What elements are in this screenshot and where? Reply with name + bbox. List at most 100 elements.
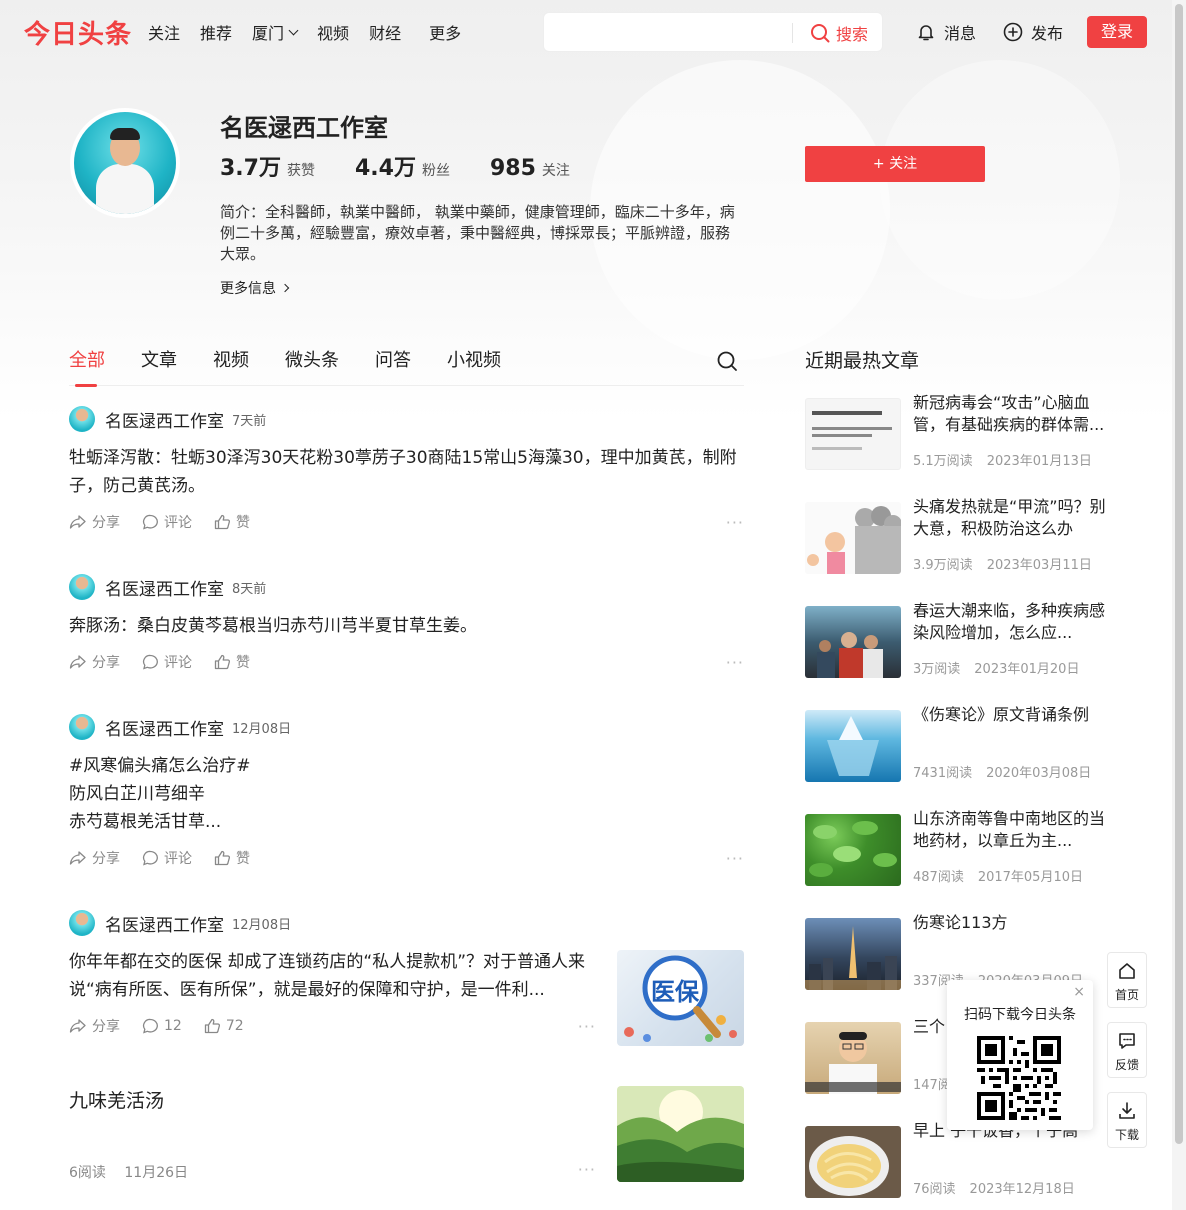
stat-fans[interactable]: 4.4万 粉丝: [355, 150, 450, 182]
hot-article[interactable]: 春运大潮来临，多种疾病感染风险增加，怎么应... 3万阅读 2023年01月20日: [805, 601, 1105, 678]
profile-name: 名医逯西工作室: [220, 114, 388, 142]
more-options-icon[interactable]: ···: [726, 849, 744, 868]
toutiao-logo[interactable]: 今日头条: [24, 14, 132, 51]
following-count: 985: [489, 156, 536, 181]
comment-button[interactable]: 12: [142, 1018, 182, 1034]
login-button[interactable]: 登录: [1087, 16, 1147, 48]
hot-article-title: 春运大潮来临，多种疾病感染风险增加，怎么应...: [913, 601, 1106, 642]
post-text[interactable]: 牡蛎泽泻散：牡蛎30泽泻30天花粉30葶苈子30商陆15常山5海藻30，理中加黄…: [69, 444, 744, 500]
hot-article-thumbnail: [805, 814, 901, 886]
share-icon: [69, 655, 86, 669]
author-avatar[interactable]: [69, 574, 95, 600]
messages-button[interactable]: 消息: [916, 20, 976, 44]
feed-post: 名医逯西工作室 12月08日 #风寒偏头痛怎么治疗# 防风白芷川芎细辛 赤芍葛根…: [69, 714, 744, 870]
crowd-illustration: [807, 506, 901, 574]
more-options-icon[interactable]: ···: [578, 1160, 596, 1179]
tab-qa[interactable]: 问答: [375, 346, 411, 386]
hot-article-title: 伤寒论113方: [913, 913, 1008, 932]
top-nav: 关注 推荐 厦门 视频 财经 更多: [148, 20, 481, 44]
publish-button[interactable]: 发布: [1003, 20, 1063, 44]
post-text-line: 赤芍葛根羌活甘草...: [69, 812, 222, 832]
tab-videos[interactable]: 视频: [213, 346, 249, 386]
comment-label: 评论: [164, 655, 192, 671]
author-avatar[interactable]: [69, 406, 95, 432]
post-actions: 分享 评论 赞 ···: [69, 510, 744, 534]
search-input[interactable]: [554, 19, 784, 47]
chevron-right-icon: [280, 283, 290, 293]
hot-article-date: 2023年03月11日: [986, 558, 1092, 573]
share-button[interactable]: 分享: [69, 1016, 120, 1036]
tab-short-videos[interactable]: 小视频: [447, 346, 501, 386]
hot-article-meta: 487阅读 2017年05月10日: [913, 866, 1083, 885]
like-label: 赞: [236, 851, 250, 867]
article-thumbnail-landscape[interactable]: [617, 1086, 744, 1182]
plus-circle-icon: [1003, 22, 1023, 42]
like-button[interactable]: 赞: [214, 512, 250, 532]
hot-article[interactable]: 新冠病毒会“攻击”心脑血管，有基础疾病的群体需... 5.1万阅读 2023年01…: [805, 393, 1105, 470]
float-download-button[interactable]: 下载: [1107, 1092, 1147, 1148]
post-thumbnail-medical-insurance[interactable]: 医保: [617, 950, 744, 1046]
article-date: 11月26日: [124, 1165, 189, 1181]
post-actions: 分享 评论 赞 ···: [69, 846, 744, 870]
search-button[interactable]: 搜索: [810, 21, 868, 45]
tab-all[interactable]: 全部: [69, 346, 105, 387]
profile-stats: 3.7万 获赞 4.4万 粉丝 985 关注: [220, 150, 610, 182]
float-feedback-button[interactable]: 反馈: [1107, 1022, 1147, 1078]
tab-micro-posts[interactable]: 微头条: [285, 346, 339, 386]
more-options-icon[interactable]: ···: [726, 513, 744, 532]
page-scrollbar[interactable]: [1172, 0, 1186, 1210]
scrollbar-thumb[interactable]: [1175, 4, 1183, 1144]
float-download-label: 下载: [1114, 1128, 1139, 1142]
more-options-icon[interactable]: ···: [578, 1017, 596, 1036]
post-author[interactable]: 名医逯西工作室: [105, 911, 224, 936]
post-text[interactable]: 奔豚汤：桑白皮黄芩葛根当归赤芍川芎半夏甘草生姜。: [69, 612, 744, 640]
share-button[interactable]: 分享: [69, 512, 120, 532]
download-qr-popup: × 扫码下载今日头条: [947, 980, 1093, 1130]
post-header: 名医逯西工作室 12月08日: [69, 714, 744, 740]
nav-follow[interactable]: 关注: [148, 20, 180, 44]
float-home-button[interactable]: 首页: [1107, 952, 1147, 1008]
hot-article[interactable]: 《伤寒论》原文背诵条例 7431阅读 2020年03月08日: [805, 705, 1105, 782]
search-button-label: 搜索: [836, 25, 869, 44]
like-button[interactable]: 72: [204, 1018, 244, 1034]
thumb-line: [812, 427, 892, 430]
thumbs-up-icon: [214, 850, 231, 866]
more-options-icon[interactable]: ···: [726, 653, 744, 672]
nav-video[interactable]: 视频: [317, 20, 349, 44]
herb-leaves-image: [809, 821, 897, 877]
post-text[interactable]: #风寒偏头痛怎么治疗# 防风白芷川芎细辛 赤芍葛根羌活甘草...: [69, 752, 744, 836]
comment-button[interactable]: 评论: [142, 652, 192, 672]
tab-articles[interactable]: 文章: [141, 346, 177, 386]
post-author[interactable]: 名医逯西工作室: [105, 575, 224, 600]
profile-bio: 简介：全科醫師，執業中醫師， 執業中藥師，健康管理師，臨床二十多年，病例二十多萬…: [220, 203, 735, 263]
tab-search-button[interactable]: [716, 350, 738, 376]
sidebar-title: 近期最热文章: [805, 350, 920, 372]
feedback-icon: [1119, 1033, 1135, 1049]
hot-article[interactable]: 头痛发热就是“甲流”吗？别大意，积极防治这么办 3.9万阅读 2023年03月11…: [805, 497, 1106, 574]
like-button[interactable]: 赞: [214, 848, 250, 868]
more-info-link[interactable]: 更多信息: [220, 278, 290, 298]
hot-article-thumbnail: [805, 918, 901, 990]
post-author[interactable]: 名医逯西工作室: [105, 407, 224, 432]
post-author[interactable]: 名医逯西工作室: [105, 715, 224, 740]
nav-recommend[interactable]: 推荐: [200, 20, 232, 44]
nav-city[interactable]: 厦门: [252, 20, 299, 44]
share-button[interactable]: 分享: [69, 652, 120, 672]
hot-article[interactable]: 山东济南等鲁中南地区的当地药材，以章丘为主... 487阅读 2017年05月10…: [805, 809, 1105, 886]
follow-button[interactable]: + 关注: [805, 146, 985, 182]
nav-more[interactable]: 更多: [429, 20, 461, 44]
like-button[interactable]: 赞: [214, 652, 250, 672]
post-text[interactable]: 你年年都在交的医保 却成了连锁药店的“私人提款机”？对于普通人来说“病有所医、医…: [69, 948, 594, 1004]
share-button[interactable]: 分享: [69, 848, 120, 868]
close-icon[interactable]: ×: [1073, 984, 1085, 1000]
home-icon: [1119, 963, 1135, 979]
stat-following[interactable]: 985 关注: [490, 156, 570, 181]
comment-button[interactable]: 评论: [142, 512, 192, 532]
hot-article[interactable]: 早上 子干饭香，个子高 76阅读 2023年12月18日: [805, 1121, 1105, 1198]
author-avatar[interactable]: [69, 910, 95, 936]
author-avatar[interactable]: [69, 714, 95, 740]
comment-icon: [142, 654, 158, 670]
hot-article-title: 头痛发热就是“甲流”吗？别大意，积极防治这么办: [913, 497, 1106, 538]
comment-button[interactable]: 评论: [142, 848, 192, 868]
nav-finance[interactable]: 财经: [369, 20, 401, 44]
